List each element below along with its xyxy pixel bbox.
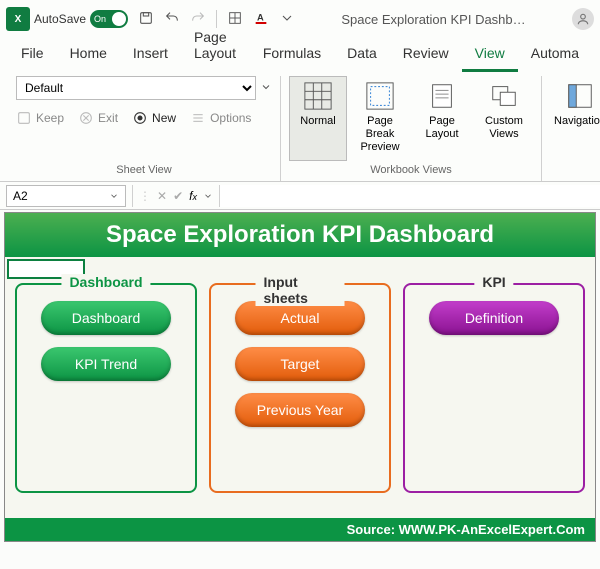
dashboard-title: Space Exploration KPI Dashboard — [5, 213, 595, 257]
btn-actual[interactable]: Actual — [235, 301, 365, 335]
document-title[interactable]: Space Exploration KPI Dashb… — [299, 12, 568, 27]
group-input-legend: Input sheets — [256, 274, 345, 306]
tab-automate[interactable]: Automa — [518, 37, 592, 72]
autosave-toggle[interactable]: On — [90, 10, 128, 28]
custom-views-label: Custom Views — [480, 115, 528, 141]
btn-dashboard[interactable]: Dashboard — [41, 301, 171, 335]
navigation-label: Navigation — [554, 115, 600, 128]
sheet-view-exit-button[interactable]: Exit — [78, 110, 118, 126]
user-account-icon[interactable] — [572, 8, 594, 30]
group-kpi-legend: KPI — [474, 274, 513, 290]
ribbon-content: Default Keep Exit New — [0, 72, 600, 182]
autosave-toggle-text: On — [94, 14, 106, 24]
group-dashboard: Dashboard Dashboard KPI Trend — [15, 283, 197, 493]
worksheet-area[interactable]: Space Exploration KPI Dashboard Dashboar… — [0, 210, 600, 569]
view-normal-button[interactable]: Normal — [289, 76, 347, 161]
tab-file[interactable]: File — [8, 37, 57, 72]
save-icon[interactable] — [138, 10, 154, 29]
tab-view[interactable]: View — [462, 37, 518, 72]
group-input-sheets: Input sheets Actual Target Previous Year — [209, 283, 391, 493]
normal-view-icon — [303, 81, 333, 111]
undo-icon[interactable] — [164, 10, 180, 29]
fx-chevron-icon[interactable] — [203, 191, 213, 201]
autosave-control[interactable]: AutoSave On — [34, 10, 128, 28]
btn-previous-year[interactable]: Previous Year — [235, 393, 365, 427]
view-page-layout-button[interactable]: Page Layout — [413, 76, 471, 161]
sheet-view-select-row: Default — [16, 76, 272, 100]
normal-label: Normal — [300, 115, 335, 128]
tab-formulas[interactable]: Formulas — [250, 37, 334, 72]
sheet-view-options-button[interactable]: Options — [190, 110, 251, 126]
sheet-view-new-button[interactable]: New — [132, 110, 176, 126]
tab-home[interactable]: Home — [57, 37, 120, 72]
ribbon-group-sheet-view: Default Keep Exit New — [8, 76, 281, 181]
options-label: Options — [210, 111, 251, 125]
dashboard-frame: Space Exploration KPI Dashboard Dashboar… — [4, 212, 596, 542]
cancel-formula-icon[interactable]: ✕ — [157, 189, 167, 203]
page-break-label: Page Break Preview — [356, 115, 404, 155]
sheet-view-dropdown[interactable]: Default — [16, 76, 256, 100]
ribbon-tabs: File Home Insert Page Layout Formulas Da… — [0, 38, 600, 72]
font-color-icon[interactable]: A — [253, 10, 269, 29]
custom-views-icon — [489, 81, 519, 111]
namebox-chevron-icon[interactable] — [109, 191, 119, 201]
cards-row: Dashboard Dashboard KPI Trend Input shee… — [5, 257, 595, 503]
exit-label: Exit — [98, 111, 118, 125]
view-page-break-button[interactable]: Page Break Preview — [351, 76, 409, 161]
source-label: Source: WWW.PK-AnExcelExpert.Com — [5, 518, 595, 541]
view-custom-views-button[interactable]: Custom Views — [475, 76, 533, 161]
formula-input[interactable] — [219, 185, 600, 207]
excel-app-icon[interactable]: X — [6, 7, 30, 31]
enter-formula-icon[interactable]: ✔ — [173, 189, 183, 203]
formula-bar: A2 ⋮ ✕ ✔ fx — [0, 182, 600, 210]
page-break-icon — [365, 81, 395, 111]
title-bar: X AutoSave On A Space Exploration KPI Da… — [0, 0, 600, 38]
fx-icon[interactable]: fx — [189, 189, 197, 203]
autosave-label: AutoSave — [34, 12, 86, 26]
sheet-view-dropdown-chevron-icon[interactable] — [260, 81, 272, 96]
qat-customize-icon[interactable] — [279, 10, 295, 29]
workbook-views-group-label: Workbook Views — [289, 161, 533, 179]
name-box[interactable]: A2 — [6, 185, 126, 207]
toggle-knob — [112, 12, 126, 26]
sheet-view-group-label: Sheet View — [16, 161, 272, 179]
group-dashboard-legend: Dashboard — [61, 274, 150, 290]
svg-text:A: A — [257, 12, 264, 22]
sheet-view-keep-button[interactable]: Keep — [16, 110, 64, 126]
name-box-value: A2 — [13, 189, 28, 203]
btn-target[interactable]: Target — [235, 347, 365, 381]
fx-controls: ⋮ ✕ ✔ fx — [132, 185, 219, 207]
new-label: New — [152, 111, 176, 125]
btn-definition[interactable]: Definition — [429, 301, 559, 335]
navigation-icon — [565, 81, 595, 111]
tab-insert[interactable]: Insert — [120, 37, 181, 72]
page-layout-label: Page Layout — [418, 115, 466, 141]
ribbon-group-workbook-views: Normal Page Break Preview Page Layout Cu… — [281, 76, 542, 181]
tab-data[interactable]: Data — [334, 37, 390, 72]
navigation-button[interactable]: Navigation — [550, 76, 600, 161]
group-kpi: KPI Definition — [403, 283, 585, 493]
btn-kpi-trend[interactable]: KPI Trend — [41, 347, 171, 381]
tab-review[interactable]: Review — [390, 37, 462, 72]
tab-page-layout[interactable]: Page Layout — [181, 21, 250, 72]
page-layout-icon — [427, 81, 457, 111]
keep-label: Keep — [36, 111, 64, 125]
ribbon-group-navigation: Navigation — [542, 76, 600, 181]
